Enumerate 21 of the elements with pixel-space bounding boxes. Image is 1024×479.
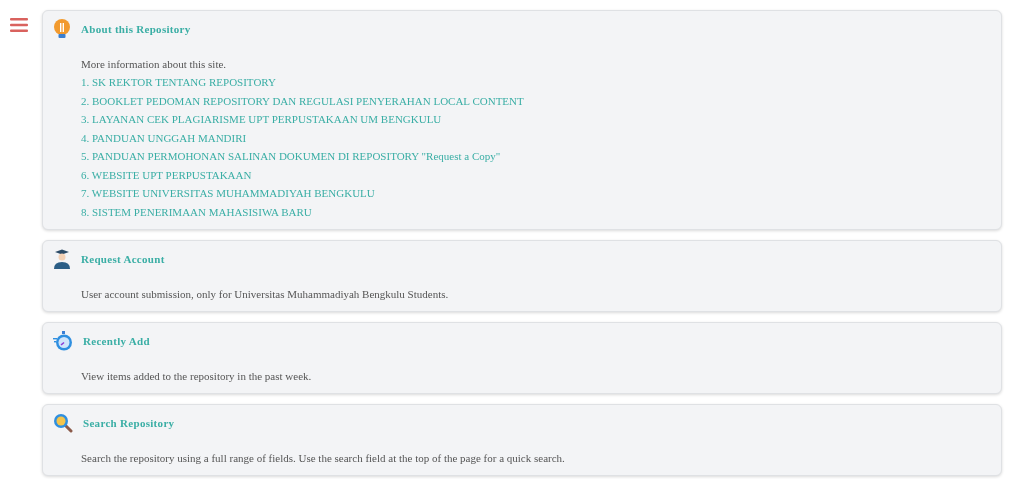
card-title[interactable]: Request Account: [81, 253, 165, 265]
menu-icon[interactable]: [10, 18, 28, 32]
repository-link[interactable]: 7. WEBSITE UNIVERSITAS MUHAMMADIYAH BENGKULU: [81, 184, 375, 203]
card-title[interactable]: About this Repository: [81, 23, 191, 35]
card-description: Search the repository using a full range of fields. Use the search field at the top of the page for a quick search.: [81, 451, 566, 466]
repository-link[interactable]: 8. SISTEM PENERIMAAN MAHASISIWA BARU: [81, 202, 312, 221]
repository-link[interactable]: 4. PANDUAN UNGGAH MANDIRI: [81, 128, 247, 147]
lightbulb-icon: [53, 19, 71, 39]
search-icon: [53, 413, 73, 433]
card-description: View items added to the repository in the past week.: [81, 369, 313, 384]
graduate-icon: [53, 249, 71, 269]
stopwatch-icon: [53, 331, 73, 351]
card-description: User account submission, only for Universitas Muhammadiyah Bengkulu Students.: [81, 287, 450, 302]
repository-link[interactable]: 3. LAYANAN CEK PLAGIARISME UPT PERPUSTAKAAN UM BENGKULU: [81, 110, 442, 129]
repository-link[interactable]: 5. PANDUAN PERMOHONAN SALINAN DOKUMEN DI REPOSITORY "Request a Copy": [81, 147, 501, 166]
repository-link[interactable]: 2. BOOKLET PEDOMAN REPOSITORY DAN REGULASI PENYERAHAN LOCAL CONTENT: [81, 91, 524, 110]
card-title[interactable]: Search Repository: [83, 417, 175, 429]
card-title[interactable]: Recently Add: [83, 335, 150, 347]
card-description: More information about this site.: [81, 57, 228, 72]
repository-link[interactable]: 1. SK REKTOR TENTANG REPOSITORY: [81, 73, 276, 92]
repository-link[interactable]: 6. WEBSITE UPT PERPUSTAKAAN: [81, 165, 252, 184]
